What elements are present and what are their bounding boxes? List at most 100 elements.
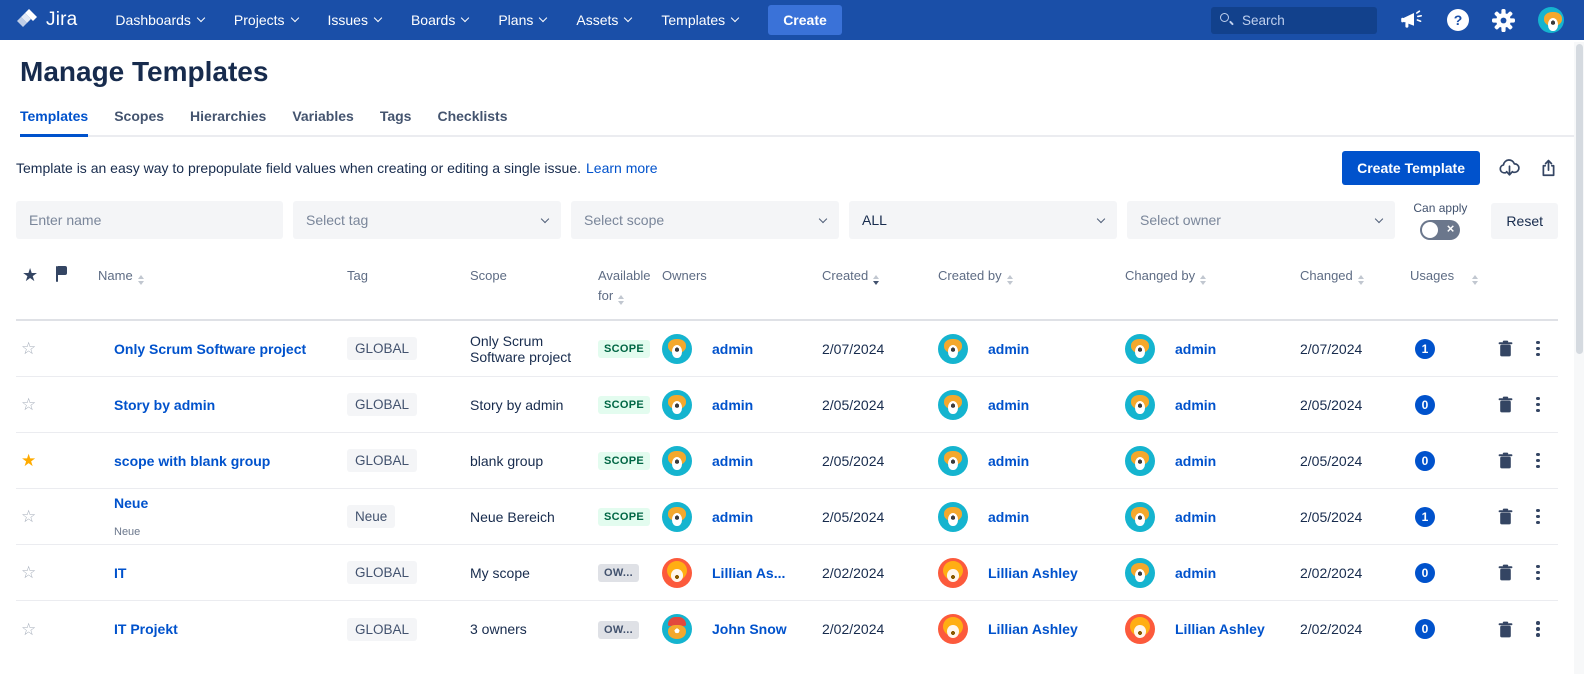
tab-variables[interactable]: Variables — [292, 108, 354, 137]
nav-projects[interactable]: Projects — [234, 12, 298, 28]
favorite-star-icon[interactable] — [21, 395, 36, 414]
template-name-link[interactable]: IT Projekt — [114, 621, 337, 637]
owner-avatar — [662, 446, 692, 476]
template-name-link[interactable]: Story by admin — [114, 397, 337, 413]
changed-by-link[interactable]: admin — [1175, 509, 1216, 525]
tag-badge: GLOBAL — [347, 393, 417, 416]
main-nav: Dashboards Projects Issues Boards Plans … — [115, 12, 738, 28]
owner-filter-select[interactable]: Select owner — [1127, 201, 1395, 239]
created-by-link[interactable]: Lillian Ashley — [988, 621, 1078, 637]
nav-templates[interactable]: Templates — [661, 12, 738, 28]
created-by-link[interactable]: Lillian Ashley — [988, 565, 1078, 581]
chevron-down-icon — [731, 14, 739, 22]
search-box[interactable] — [1211, 7, 1377, 34]
created-by-link[interactable]: admin — [988, 341, 1029, 357]
template-name-link[interactable]: Neue — [114, 495, 337, 511]
can-apply-toggle[interactable]: × — [1420, 220, 1460, 240]
delete-trash-icon[interactable] — [1498, 564, 1513, 581]
usages-badge[interactable]: 0 — [1415, 563, 1435, 583]
changed-by-link[interactable]: Lillian Ashley — [1175, 621, 1265, 637]
delete-trash-icon[interactable] — [1498, 621, 1513, 638]
template-name-link[interactable]: IT — [114, 565, 337, 581]
delete-trash-icon[interactable] — [1498, 396, 1513, 413]
col-created-by[interactable]: Created by — [938, 266, 1125, 286]
favorite-star-icon[interactable] — [21, 507, 36, 526]
flag-column-icon[interactable] — [56, 266, 68, 282]
changed-by-link[interactable]: admin — [1175, 341, 1216, 357]
star-column-icon[interactable]: ★ — [16, 266, 56, 284]
favorite-star-icon[interactable] — [21, 563, 36, 582]
template-name-link[interactable]: scope with blank group — [114, 453, 337, 469]
export-share-icon[interactable] — [1539, 158, 1558, 178]
usages-badge[interactable]: 0 — [1415, 619, 1435, 639]
project-filter-select[interactable]: ALL — [849, 201, 1117, 239]
col-created[interactable]: Created — [822, 266, 938, 286]
usages-badge[interactable]: 0 — [1415, 395, 1435, 415]
col-available-for[interactable]: Available for — [598, 266, 662, 305]
favorite-star-icon[interactable] — [21, 620, 36, 639]
delete-trash-icon[interactable] — [1498, 508, 1513, 525]
nav-issues[interactable]: Issues — [328, 12, 381, 28]
owner-link[interactable]: admin — [712, 397, 753, 413]
scrollbar-thumb[interactable] — [1576, 44, 1583, 354]
template-name-link[interactable]: Only Scrum Software project — [114, 341, 337, 357]
chevron-down-icon — [624, 14, 632, 22]
col-changed[interactable]: Changed — [1300, 266, 1410, 286]
jira-logo[interactable]: Jira — [16, 8, 77, 32]
changed-by-link[interactable]: admin — [1175, 453, 1216, 469]
tab-tags[interactable]: Tags — [380, 108, 412, 137]
reset-button[interactable]: Reset — [1491, 203, 1558, 239]
learn-more-link[interactable]: Learn more — [586, 160, 658, 176]
more-actions-kebab-icon[interactable] — [1534, 619, 1542, 639]
owner-link[interactable]: Lillian As... — [712, 565, 785, 581]
col-changed-by[interactable]: Changed by — [1125, 266, 1300, 286]
owner-link[interactable]: admin — [712, 453, 753, 469]
usages-badge[interactable]: 1 — [1415, 339, 1435, 359]
search-input[interactable] — [1242, 13, 1362, 28]
col-scope: Scope — [470, 266, 598, 286]
announcements-icon[interactable] — [1400, 10, 1424, 30]
favorite-star-icon[interactable] — [21, 339, 36, 358]
name-filter-input[interactable] — [16, 201, 283, 239]
help-icon[interactable]: ? — [1447, 9, 1469, 31]
usages-badge[interactable]: 0 — [1415, 451, 1435, 471]
create-button[interactable]: Create — [768, 5, 842, 35]
nav-plans[interactable]: Plans — [498, 12, 546, 28]
description-text: Template is an easy way to prepopulate f… — [16, 160, 581, 176]
delete-trash-icon[interactable] — [1498, 340, 1513, 357]
scope-filter-select[interactable]: Select scope — [571, 201, 839, 239]
tab-checklists[interactable]: Checklists — [437, 108, 507, 137]
more-actions-kebab-icon[interactable] — [1534, 339, 1542, 359]
created-by-link[interactable]: admin — [988, 509, 1029, 525]
owner-link[interactable]: John Snow — [712, 621, 787, 637]
more-actions-kebab-icon[interactable] — [1534, 451, 1542, 471]
changed-by-link[interactable]: admin — [1175, 565, 1216, 581]
created-date: 2/02/2024 — [822, 565, 938, 581]
tag-filter-select[interactable]: Select tag — [293, 201, 561, 239]
created-by-link[interactable]: admin — [988, 397, 1029, 413]
create-template-button[interactable]: Create Template — [1342, 151, 1480, 185]
user-avatar[interactable] — [1538, 7, 1564, 33]
owner-link[interactable]: admin — [712, 341, 753, 357]
nav-boards[interactable]: Boards — [411, 12, 468, 28]
tab-hierarchies[interactable]: Hierarchies — [190, 108, 266, 137]
col-tag: Tag — [347, 266, 470, 286]
delete-trash-icon[interactable] — [1498, 452, 1513, 469]
more-actions-kebab-icon[interactable] — [1534, 395, 1542, 415]
col-name[interactable]: Name — [98, 266, 347, 286]
col-usages[interactable]: Usages — [1410, 266, 1498, 286]
vertical-scrollbar[interactable] — [1574, 42, 1584, 674]
owner-link[interactable]: admin — [712, 509, 753, 525]
nav-assets[interactable]: Assets — [576, 12, 631, 28]
tab-templates[interactable]: Templates — [20, 108, 88, 137]
changed-by-link[interactable]: admin — [1175, 397, 1216, 413]
gear-icon[interactable] — [1492, 9, 1515, 32]
import-cloud-download-icon[interactable] — [1498, 158, 1521, 178]
more-actions-kebab-icon[interactable] — [1534, 563, 1542, 583]
usages-badge[interactable]: 1 — [1415, 507, 1435, 527]
more-actions-kebab-icon[interactable] — [1534, 507, 1542, 527]
favorite-star-icon[interactable] — [21, 451, 36, 470]
tab-scopes[interactable]: Scopes — [114, 108, 164, 137]
nav-dashboards[interactable]: Dashboards — [115, 12, 204, 28]
created-by-link[interactable]: admin — [988, 453, 1029, 469]
